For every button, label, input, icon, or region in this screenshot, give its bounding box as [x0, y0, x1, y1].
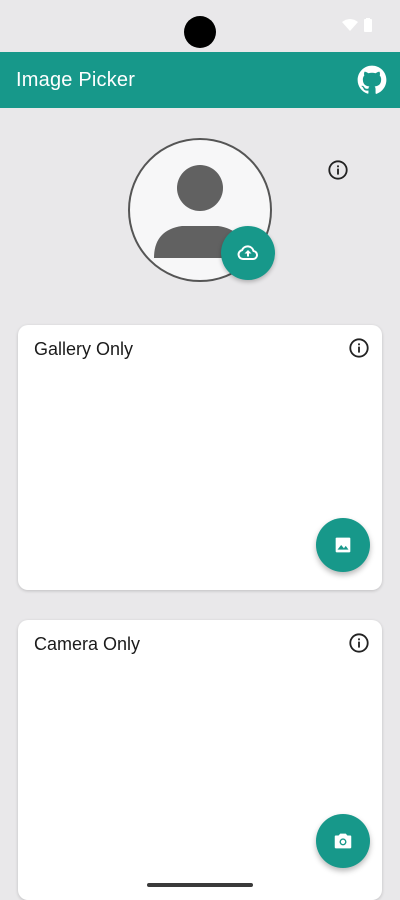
image-icon [335, 537, 351, 553]
gallery-card: Gallery Only [18, 325, 382, 590]
cloud-upload-icon [237, 245, 258, 261]
wifi-icon [342, 19, 358, 31]
gallery-info-button[interactable] [348, 337, 370, 359]
gallery-card-title: Gallery Only [34, 339, 134, 359]
info-icon [349, 633, 369, 653]
camera-cutout [184, 16, 216, 48]
take-photo-button[interactable] [316, 814, 370, 868]
info-icon [328, 160, 348, 180]
app-title: Image Picker [16, 68, 136, 91]
status-bar [0, 0, 400, 52]
github-button[interactable] [356, 64, 388, 96]
status-icons [342, 18, 372, 32]
upload-button[interactable] [221, 226, 275, 280]
battery-icon [364, 18, 372, 32]
avatar-info-button[interactable] [327, 159, 349, 181]
avatar-picker [128, 138, 275, 282]
pick-from-gallery-button[interactable] [316, 518, 370, 572]
camera-card-title: Camera Only [34, 634, 141, 654]
camera-icon [334, 833, 352, 849]
app-bar: Image Picker [0, 52, 400, 108]
github-icon [357, 65, 387, 94]
camera-card: Camera Only [18, 620, 382, 900]
camera-info-button[interactable] [348, 632, 370, 654]
gesture-nav-handle[interactable] [147, 883, 253, 887]
info-icon [349, 338, 369, 358]
